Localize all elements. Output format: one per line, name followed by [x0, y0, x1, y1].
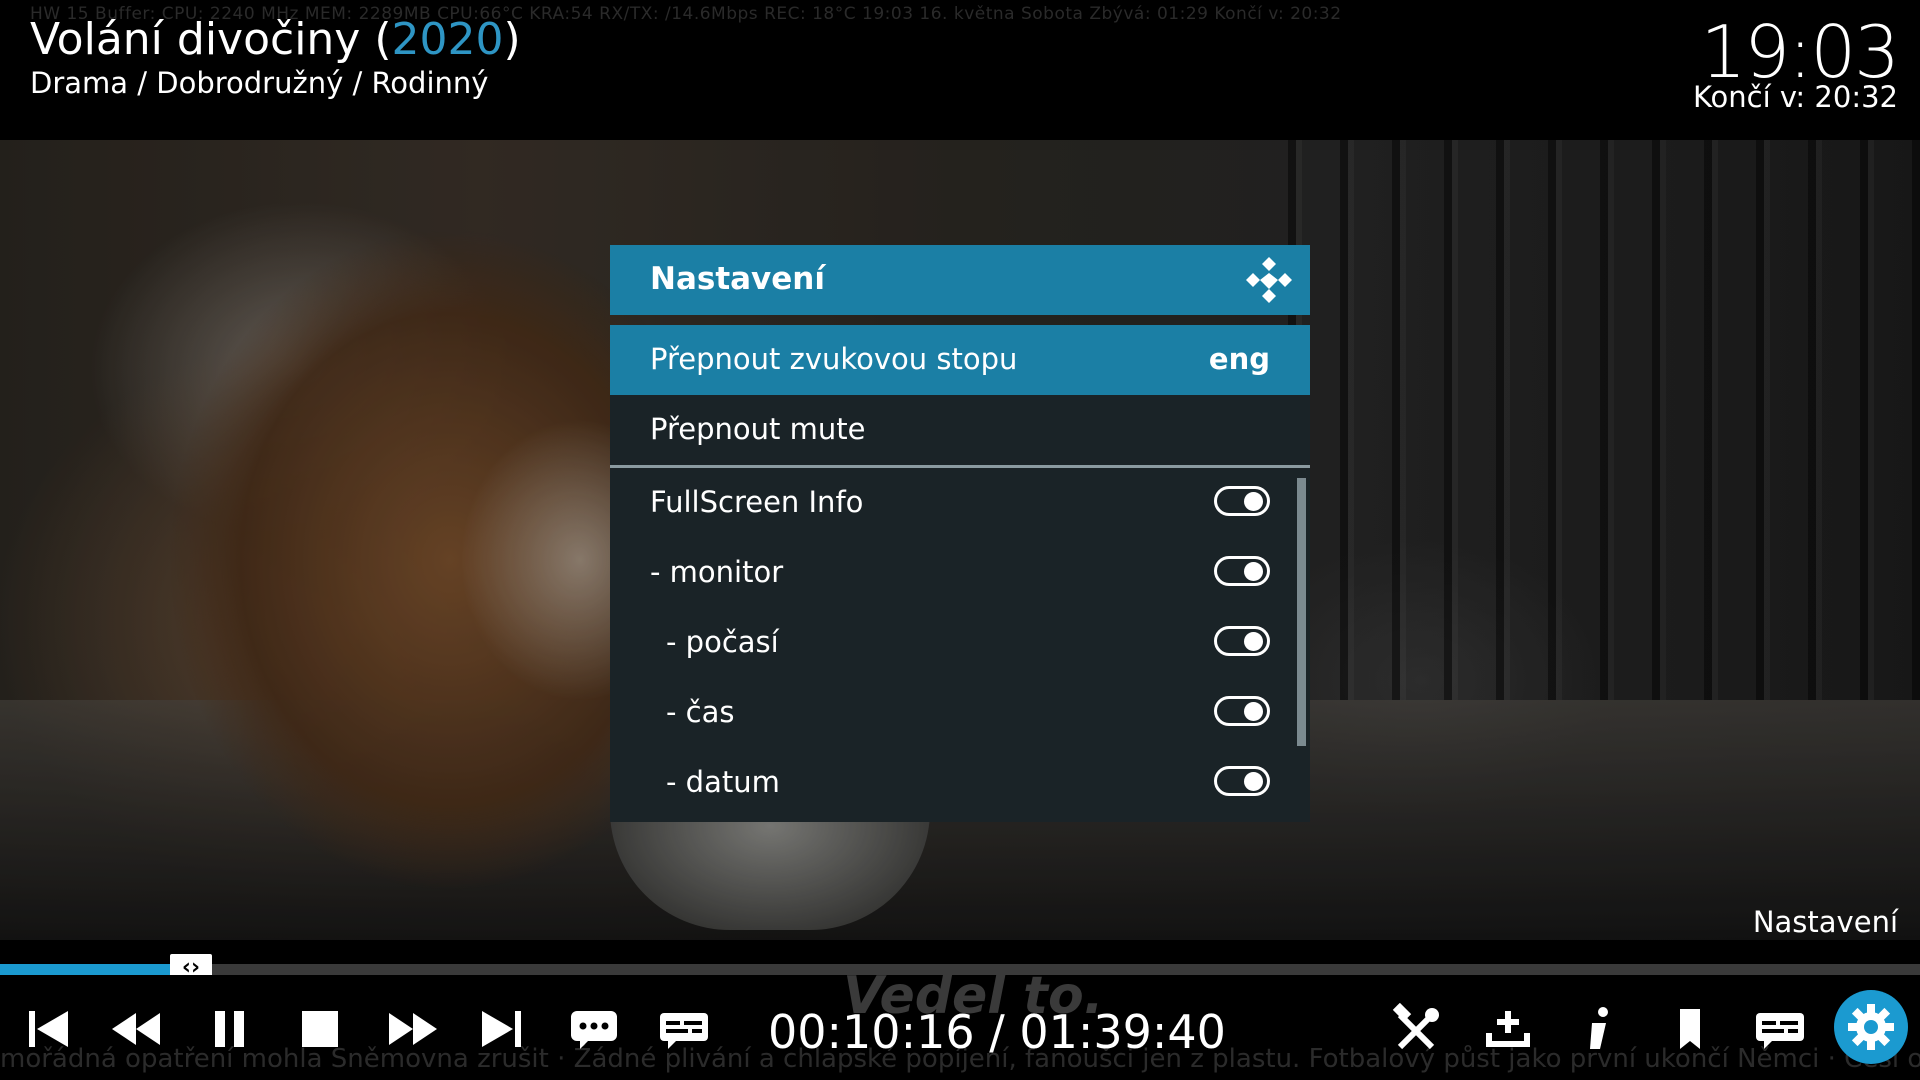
settings-button[interactable]: [1834, 990, 1908, 1064]
toggle-switch[interactable]: [1214, 696, 1270, 726]
stop-button[interactable]: [292, 1003, 348, 1055]
settings-dialog: Nastavení Přepnout zvukovou stopu eng Př…: [610, 245, 1310, 822]
kodi-logo-icon: [1246, 257, 1292, 303]
chat-button[interactable]: [566, 1003, 622, 1055]
menu-item-audio-stream[interactable]: Přepnout zvukovou stopu eng: [610, 325, 1310, 395]
pause-button[interactable]: [202, 1003, 258, 1055]
toggle-switch[interactable]: [1214, 556, 1270, 586]
osd-context-label: Nastavení: [1752, 905, 1898, 939]
skip-next-button[interactable]: [474, 1003, 530, 1055]
tools-icon: [1392, 1002, 1439, 1050]
rewind-button[interactable]: [108, 1003, 164, 1055]
info-icon: [1590, 1007, 1608, 1049]
download-button[interactable]: [1480, 1003, 1536, 1055]
subtitles-icon: [660, 1013, 708, 1049]
dialog-scrollbar[interactable]: [1297, 478, 1306, 746]
progress-fill: [0, 964, 196, 975]
toggle-switch[interactable]: [1214, 766, 1270, 796]
fast-forward-button[interactable]: [385, 1003, 441, 1055]
movie-genre: Drama / Dobrodružný / Rodinný: [30, 66, 489, 100]
rewind-icon: [112, 1013, 160, 1045]
dialog-header: Nastavení: [610, 245, 1310, 315]
dialog-title: Nastavení: [650, 261, 825, 297]
subtitles-button[interactable]: [656, 1003, 712, 1055]
toggle-switch[interactable]: [1214, 486, 1270, 516]
skip-next-icon: [482, 1011, 521, 1047]
end-time: Končí v: 20:32: [1692, 80, 1898, 114]
download-icon: [1486, 1011, 1530, 1047]
menu-item-time[interactable]: - čas: [610, 678, 1310, 748]
info-button[interactable]: [1570, 1003, 1626, 1055]
menu-item-fullscreen-info[interactable]: FullScreen Info: [610, 468, 1310, 538]
bookmark-button[interactable]: [1662, 1003, 1718, 1055]
stop-icon: [302, 1011, 338, 1047]
skip-previous-icon: [29, 1011, 68, 1047]
audio-stream-value: eng: [1208, 342, 1270, 376]
subtitle-settings-button[interactable]: [1752, 1003, 1808, 1055]
movie-year: 2020: [391, 14, 504, 65]
subtitles-icon: [1756, 1013, 1804, 1049]
speech-bubble-icon: [571, 1011, 617, 1049]
menu-item-toggle-mute[interactable]: Přepnout mute: [610, 395, 1310, 465]
top-info-bar: HW 15 Buffer: CPU: 2240 MHz MEM: 2289MB …: [0, 0, 1920, 140]
tools-button[interactable]: [1388, 1002, 1444, 1055]
pause-icon: [215, 1011, 244, 1047]
movie-title: Volání divočiny (2020): [30, 14, 521, 65]
menu-item-date[interactable]: - datum: [610, 748, 1310, 818]
dialog-list: Přepnout zvukovou stopu eng Přepnout mut…: [610, 325, 1310, 822]
skip-previous-button[interactable]: [20, 1003, 76, 1055]
toggle-switch[interactable]: [1214, 626, 1270, 656]
playback-time: 00:10:16 / 01:39:40: [768, 1005, 1226, 1059]
menu-item-weather[interactable]: - počasí: [610, 608, 1310, 678]
bookmark-icon: [1680, 1009, 1700, 1049]
menu-item-monitor[interactable]: - monitor: [610, 538, 1310, 608]
fast-forward-icon: [389, 1013, 437, 1045]
gear-icon: [1848, 1004, 1894, 1050]
